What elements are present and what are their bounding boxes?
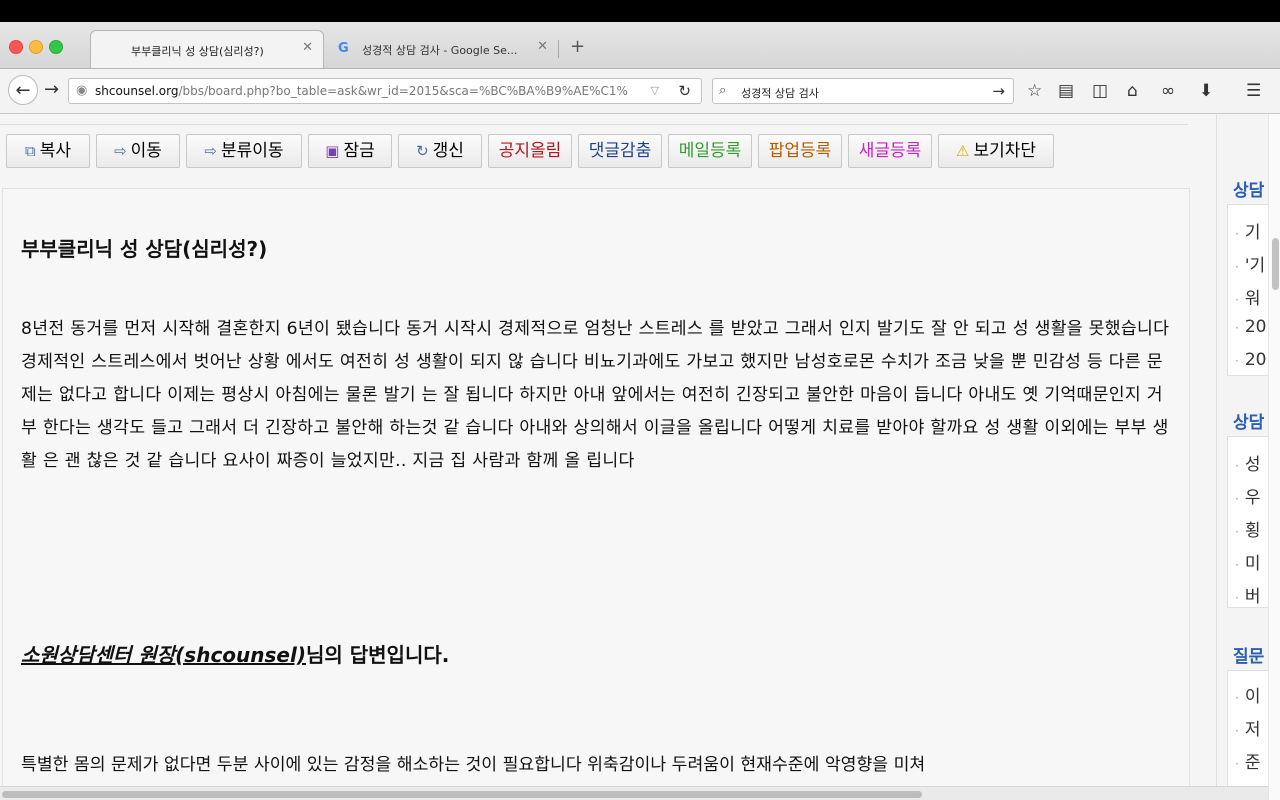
sidebar-link[interactable]: · 버 bbox=[1235, 582, 1260, 607]
post-body: 8년전 동거를 먼저 시작해 결혼한지 6년이 됐습니다 동거 시작시 경제적으… bbox=[21, 319, 1170, 471]
warning-icon: ⚠ bbox=[955, 142, 970, 160]
block-view-button[interactable]: ⚠ 보기차단 bbox=[938, 134, 1054, 168]
vertical-scrollbar[interactable] bbox=[1268, 114, 1280, 800]
reload-icon[interactable]: ↻ bbox=[678, 82, 691, 100]
bookmark-star-icon[interactable]: ☆ bbox=[1027, 81, 1042, 101]
sidebar-link[interactable]: · 준 bbox=[1235, 748, 1260, 773]
move-icon: ⇨ bbox=[114, 142, 127, 160]
mail-register-button[interactable]: 메일등록 bbox=[668, 134, 752, 168]
right-sidebar: 상담 · 기 · '기 · 워 · 20 · 20 상담 · 성 · 우 · 횡 · 미 · 버 질… bbox=[1216, 114, 1279, 800]
new-post-register-button[interactable]: 새글등록 bbox=[848, 134, 932, 168]
back-button[interactable]: ← bbox=[8, 75, 38, 105]
answer-author-link[interactable]: 소원상담센터 원장(shcounsel) bbox=[21, 643, 306, 667]
divider bbox=[0, 124, 1188, 125]
sidebar-link[interactable]: · 20 bbox=[1235, 350, 1266, 370]
hide-comments-button[interactable]: 댓글감춤 bbox=[578, 134, 662, 168]
sidebar-link[interactable]: · 워 bbox=[1235, 284, 1260, 309]
post-title: 부부클리닉 성 상담(심리성?) bbox=[21, 237, 268, 261]
search-bar[interactable]: ⌕ 성경적 상담 검사 → bbox=[712, 78, 1014, 104]
vertical-scroll-thumb[interactable] bbox=[1272, 238, 1279, 290]
sidebar-link[interactable]: · 저 bbox=[1235, 715, 1260, 740]
sidebar-link[interactable]: · 이 bbox=[1235, 682, 1260, 707]
new-tab-button[interactable]: + bbox=[570, 36, 585, 57]
category-move-icon: ⇨ bbox=[204, 142, 217, 160]
sidebar-heading: 상담 bbox=[1233, 413, 1265, 433]
copy-button[interactable]: ⧉ 복사 bbox=[6, 134, 90, 168]
popup-register-button[interactable]: 팝업등록 bbox=[758, 134, 842, 168]
url-bar[interactable]: ◉ shcounsel.org/bbs/board.php?bo_table=a… bbox=[68, 78, 702, 104]
url-path: /bbs/board.php?bo_table=ask&wr_id=2015&s… bbox=[178, 84, 628, 98]
url-text: shcounsel.org/bbs/board.php?bo_table=ask… bbox=[95, 84, 635, 98]
notice-post-button[interactable]: 공지올림 bbox=[488, 134, 572, 168]
sidebar-link[interactable]: · 횡 bbox=[1235, 516, 1260, 541]
forward-button[interactable]: → bbox=[44, 79, 59, 100]
sidebar-link[interactable]: ·성 bbox=[1235, 450, 1260, 475]
tab-active[interactable]: 부부클리닉 성 상담(심리성?) ✕ bbox=[90, 30, 324, 68]
sidebar-heading: 상담 bbox=[1233, 181, 1265, 201]
tab-title: 부부클리닉 성 상담(심리성?) bbox=[131, 45, 264, 58]
mask-icon[interactable]: ∞ bbox=[1161, 81, 1175, 101]
page-content: ⧉ 복사 ⇨ 이동 ⇨ 분류이동 ▣ 잠금 ↻ 갱신 공지올림 댓글감춤 메일등록 팝업등… bbox=[0, 114, 1280, 800]
sidebar-link[interactable]: · '기 bbox=[1235, 251, 1265, 276]
url-host: shcounsel.org bbox=[95, 84, 179, 98]
answer-body: 특별한 몸의 문제가 없다면 두분 사이에 있는 감정을 해소하는 것이 필요합… bbox=[21, 755, 926, 775]
browser-window: 부부클리닉 성 상담(심리성?) ✕ G 성경적 상담 검사 - Google … bbox=[0, 22, 1280, 800]
lock-button-label: 잠금 bbox=[343, 141, 375, 161]
tab-google[interactable]: G 성경적 상담 검사 - Google Se... ✕ bbox=[328, 30, 558, 68]
history-dropdown-icon[interactable]: ▽ bbox=[651, 84, 659, 97]
reading-list-icon[interactable]: ▤ bbox=[1058, 81, 1074, 101]
move-button[interactable]: ⇨ 이동 bbox=[96, 134, 180, 168]
answer-heading: 소원상담센터 원장(shcounsel)님의 답변입니다. bbox=[21, 639, 449, 668]
horizontal-scroll-thumb[interactable] bbox=[2, 791, 922, 798]
tab-title: 성경적 상담 검사 - Google Se... bbox=[362, 44, 518, 57]
search-icon: ⌕ bbox=[719, 83, 727, 98]
sidebar-link[interactable]: · 미 bbox=[1235, 549, 1260, 574]
home-icon[interactable]: ⌂ bbox=[1127, 81, 1138, 101]
tab-separator bbox=[558, 40, 559, 58]
post-view: 부부클리닉 성 상담(심리성?) 8년전 동거를 먼저 시작해 결혼한지 6년이… bbox=[2, 188, 1190, 800]
sidebar-link[interactable]: · 기 bbox=[1235, 218, 1260, 243]
refresh-button-label: 갱신 bbox=[432, 141, 464, 161]
sidebar-link[interactable]: · 우 bbox=[1235, 483, 1260, 508]
search-go-icon[interactable]: → bbox=[992, 82, 1005, 100]
close-window-button[interactable] bbox=[9, 40, 23, 54]
copy-button-label: 복사 bbox=[39, 141, 71, 161]
globe-icon: ◉ bbox=[76, 83, 88, 98]
sidebar-heading: 질문 bbox=[1233, 647, 1265, 667]
horizontal-scrollbar[interactable] bbox=[0, 786, 1268, 800]
refresh-button[interactable]: ↻ 갱신 bbox=[398, 134, 482, 168]
move-button-label: 이동 bbox=[130, 141, 162, 161]
sidebar-link[interactable]: · 20 bbox=[1235, 317, 1266, 337]
sidebar-icon[interactable]: ◫ bbox=[1092, 81, 1108, 101]
download-icon[interactable]: ⬇ bbox=[1199, 81, 1213, 101]
minimize-window-button[interactable] bbox=[29, 40, 43, 54]
lock-button[interactable]: ▣ 잠금 bbox=[308, 134, 392, 168]
tab-close-icon[interactable]: ✕ bbox=[302, 40, 313, 55]
google-icon: G bbox=[338, 41, 349, 56]
category-move-button[interactable]: ⇨ 분류이동 bbox=[186, 134, 302, 168]
lock-icon: ▣ bbox=[325, 142, 340, 160]
search-text: 성경적 상담 검사 bbox=[741, 87, 819, 100]
answer-suffix: 님의 답변입니다. bbox=[305, 643, 450, 667]
tab-close-icon[interactable]: ✕ bbox=[537, 39, 548, 54]
navigation-bar: ← → ◉ shcounsel.org/bbs/board.php?bo_tab… bbox=[0, 69, 1280, 114]
block-view-button-label: 보기차단 bbox=[973, 141, 1036, 161]
refresh-icon: ↻ bbox=[416, 142, 429, 160]
category-move-button-label: 분류이동 bbox=[221, 141, 284, 161]
menu-icon[interactable]: ☰ bbox=[1246, 81, 1261, 101]
tab-strip: 부부클리닉 성 상담(심리성?) ✕ G 성경적 상담 검사 - Google … bbox=[0, 22, 1280, 69]
copy-icon: ⧉ bbox=[25, 142, 36, 160]
zoom-window-button[interactable] bbox=[49, 40, 63, 54]
